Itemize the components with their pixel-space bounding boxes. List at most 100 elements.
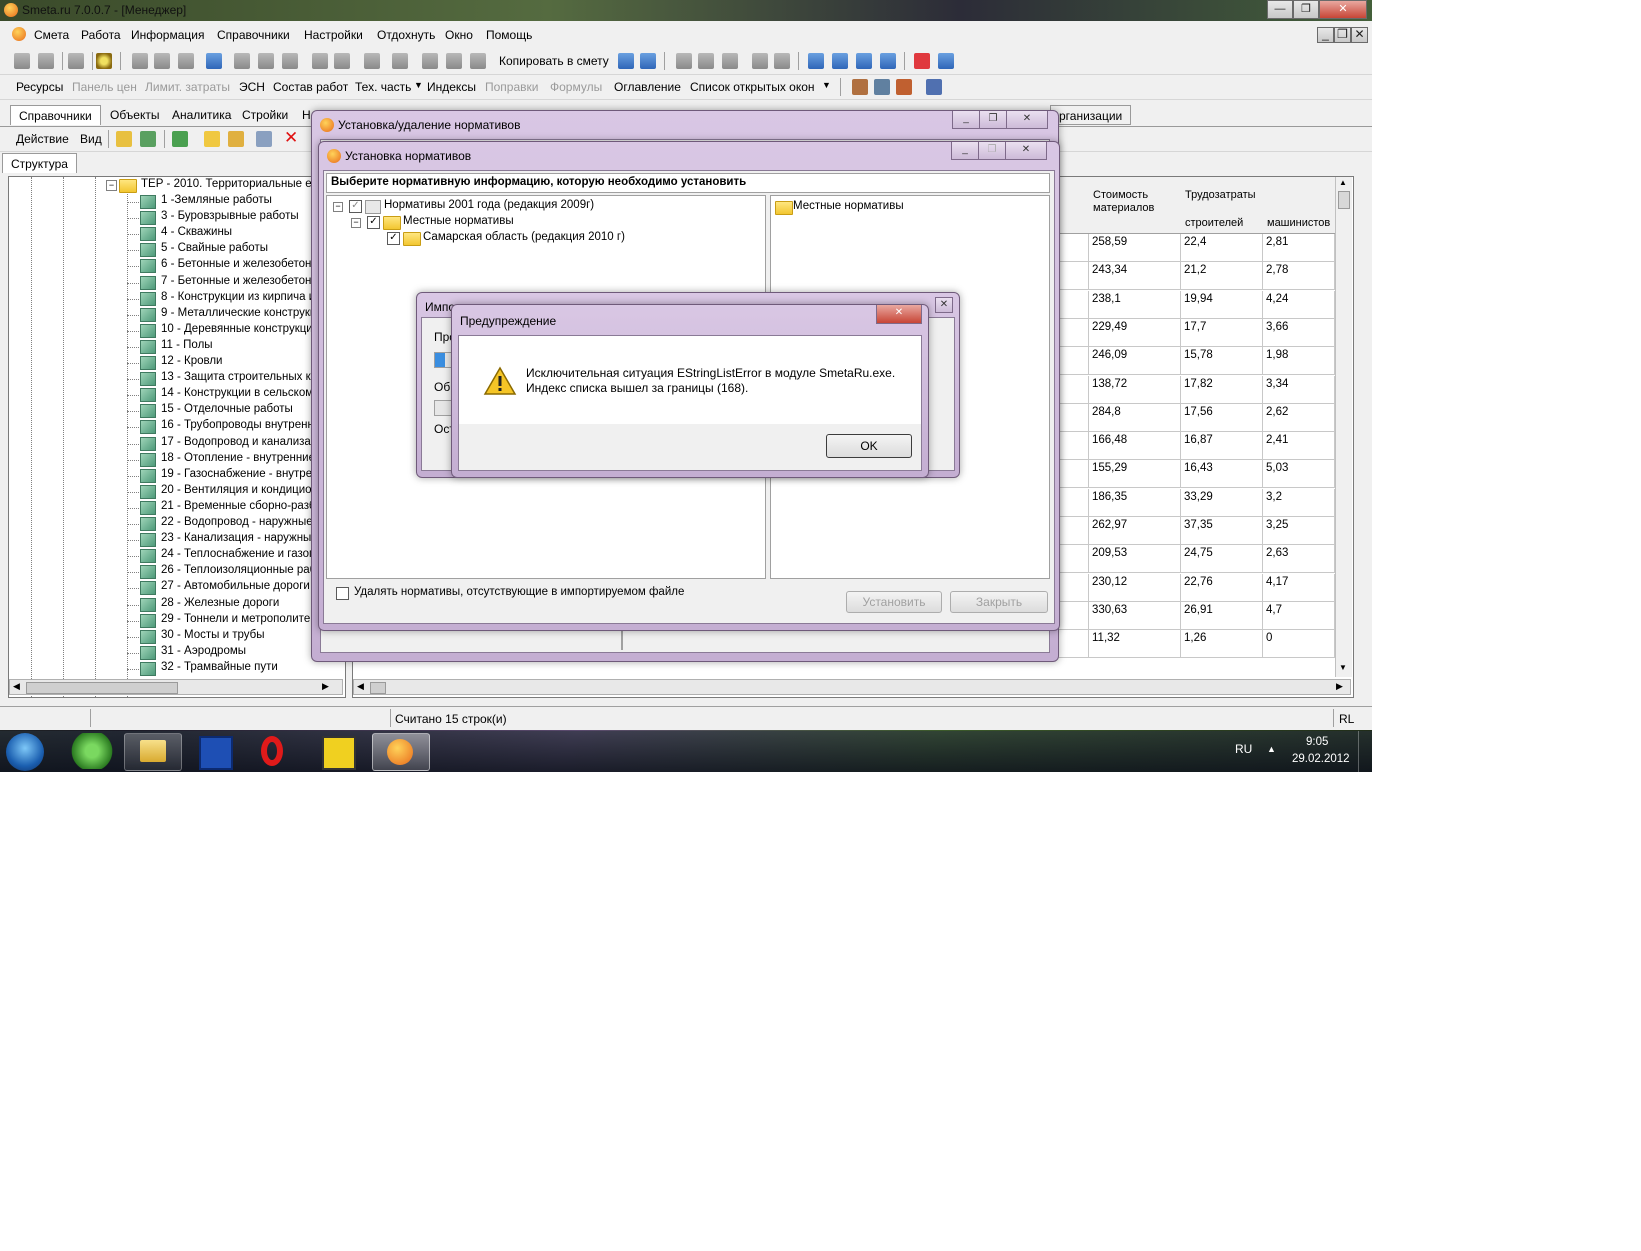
open-icon[interactable] [228,131,244,147]
tree-item[interactable]: 7 - Бетонные и железобетонн [9,275,345,291]
close-button[interactable]: ✕ [876,305,922,324]
grid-cell[interactable]: 4,17 [1263,573,1335,602]
menu-pomoshch[interactable]: Помощь [486,28,532,42]
tree-item[interactable]: 11 - Полы [9,339,345,355]
scroll-left-icon[interactable]: ◀ [357,681,364,692]
tree-item-local-norms[interactable]: Местные нормативы [403,215,514,227]
checkbox-local-norms[interactable]: ✓ [367,216,380,229]
grid-cell[interactable]: 16,87 [1181,432,1263,461]
menu-okno[interactable]: Окно [445,28,473,42]
grid-cell[interactable]: 3,34 [1263,375,1335,404]
btn-spisok-okon[interactable]: Список открытых окон [690,80,815,94]
install-button[interactable]: Установить [846,591,942,613]
checkbox-samara[interactable]: ✓ [387,232,400,245]
grid-cell[interactable]: 21,2 [1181,262,1263,291]
tab-analitika[interactable]: Аналитика [164,105,239,125]
grid-cell[interactable]: 186,35 [1089,488,1181,517]
tree-item[interactable]: 15 - Отделочные работы [9,403,345,419]
tree-item[interactable]: 30 - Мосты и трубы [9,629,345,645]
tree-item[interactable]: 14 - Конструкции в сельском [9,387,345,403]
grid-hscrollbar[interactable]: ◀ ▶ [353,679,1351,695]
table2-icon[interactable] [698,53,714,69]
clock-time[interactable]: 9:05 [1306,736,1328,748]
grid-cell[interactable]: 22,76 [1181,573,1263,602]
grid-cell[interactable]: 3,2 [1263,488,1335,517]
grid-cell[interactable]: 230,12 [1089,573,1181,602]
close-button[interactable]: ✕ [1006,111,1048,129]
grid-cell[interactable]: 138,72 [1089,375,1181,404]
tree-item[interactable]: 3 - Буровзрывные работы [9,210,345,226]
clock-date[interactable]: 29.02.2012 [1292,753,1350,765]
minimize-button[interactable]: — [1267,0,1293,19]
save-app-icon[interactable] [199,736,233,770]
copy-to-estimate-button[interactable]: Копировать в смету [499,54,609,68]
tree-item[interactable]: 22 - Водопровод - наружные с [9,516,345,532]
tree-item[interactable]: 27 - Автомобильные дороги [9,580,345,596]
chevron-down-icon[interactable]: ▼ [822,80,831,90]
grid-cell[interactable]: 229,49 [1089,318,1181,347]
copy-doc2-icon[interactable] [640,53,656,69]
menu-rabota[interactable]: Работа [81,28,121,42]
delete-icon[interactable] [392,53,408,69]
grid-cell[interactable]: 2,78 [1263,262,1335,291]
grid-cell[interactable]: 24,75 [1181,545,1263,574]
scroll-thumb[interactable] [370,682,386,694]
close-button[interactable]: ✕ [1319,0,1367,19]
grid-cell[interactable]: 2,63 [1263,545,1335,574]
grid-cell[interactable]: 33,29 [1181,488,1263,517]
list-icon[interactable] [282,53,298,69]
refresh-green-icon[interactable] [172,131,188,147]
scroll-thumb[interactable] [26,682,178,694]
copy-icon[interactable] [256,131,272,147]
tree-item[interactable]: 16 - Трубопроводы внутренни [9,419,345,435]
mdi-close-button[interactable]: ✕ [1351,27,1368,43]
grid-cell[interactable]: 26,91 [1181,601,1263,630]
grid-cell[interactable]: 238,1 [1089,290,1181,319]
tray-arrow-icon[interactable]: ▲ [1267,744,1276,754]
tab-spravochniki[interactable]: Справочники [10,105,101,125]
grid-cell[interactable]: 166,48 [1089,432,1181,461]
outdent-icon[interactable] [258,53,274,69]
grid-cell[interactable]: 2,81 [1263,234,1335,262]
menu-informatsiya[interactable]: Информация [131,28,204,42]
tree-item[interactable]: 28 - Железные дороги [9,597,345,613]
tree-icon[interactable] [14,53,30,69]
scroll-down-icon[interactable]: ▼ [1339,663,1347,672]
batman-app-icon[interactable] [322,736,356,770]
hammer-icon[interactable] [852,79,868,95]
tree-item[interactable]: 18 - Отопление - внутренние у [9,452,345,468]
btn-esn[interactable]: ЭСН [239,80,265,94]
truck-icon[interactable] [874,79,890,95]
tree-item[interactable]: 6 - Бетонные и железобетонн [9,258,345,274]
chevron-down-icon[interactable]: ▼ [414,80,423,90]
stamp-icon[interactable] [334,53,350,69]
scroll-right-icon[interactable]: ▶ [322,681,329,692]
close-button[interactable]: ✕ [935,297,953,313]
tree-item[interactable]: 21 - Временные сборно-разбо [9,500,345,516]
grid-cell[interactable]: 3,25 [1263,517,1335,545]
tree-item-samara[interactable]: Самарская область (редакция 2010 г) [423,231,625,243]
grid-cell[interactable]: 16,43 [1181,460,1263,489]
grid-cell[interactable]: 2,62 [1263,403,1335,432]
tab-obekty[interactable]: Объекты [102,105,168,125]
btn-oglavlenie[interactable]: Оглавление [614,80,681,94]
tree-item[interactable]: 5 - Свайные работы [9,242,345,258]
undo-icon[interactable] [178,53,194,69]
add-icon[interactable] [470,53,486,69]
start-button[interactable] [6,733,44,771]
tree-item[interactable]: 17 - Водопровод и канализац [9,436,345,452]
tree2-icon[interactable] [38,53,54,69]
grid-cell[interactable]: 155,29 [1089,460,1181,489]
grid-cell[interactable]: 209,53 [1089,545,1181,574]
edit-icon[interactable] [364,53,380,69]
grid-cell[interactable]: 22,4 [1181,234,1263,262]
mdi-restore-button[interactable]: ❐ [1334,27,1351,43]
indent-icon[interactable] [234,53,250,69]
tree-item[interactable]: 23 - Канализация - наружные [9,532,345,548]
taskbar-lang[interactable]: RU [1235,742,1252,756]
tree-item[interactable]: 19 - Газоснабжение - внутрен [9,468,345,484]
opera-app-icon[interactable] [261,736,283,766]
tree-item[interactable]: 32 - Трамвайные пути [9,661,345,677]
arrow3-icon[interactable] [856,53,872,69]
collapse-icon[interactable]: − [351,218,361,228]
